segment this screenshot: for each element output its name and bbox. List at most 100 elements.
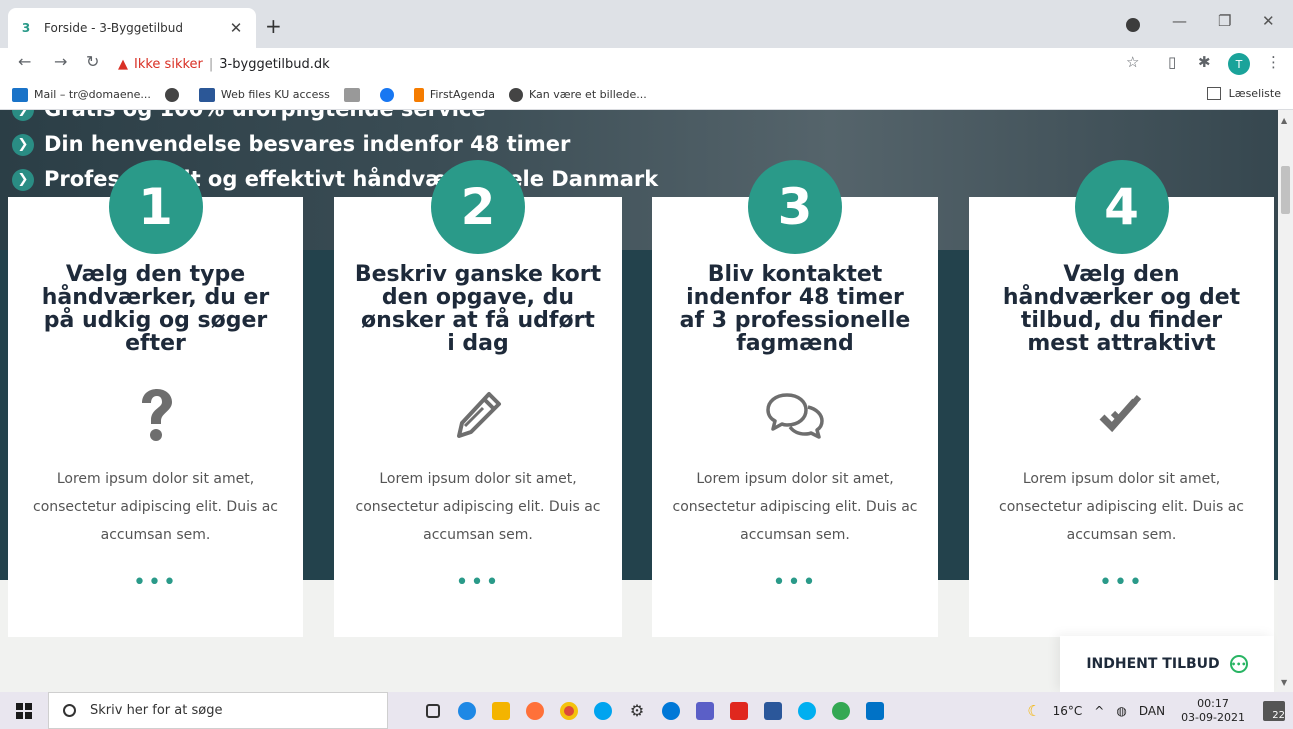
- bookmark-facebook[interactable]: [379, 87, 400, 102]
- crest-icon: [343, 87, 360, 102]
- scroll-down-icon[interactable]: ▼: [1281, 678, 1287, 687]
- clock[interactable]: 00:17 03-09-2021: [1181, 697, 1245, 725]
- tray-chevron-up-icon[interactable]: ^: [1094, 704, 1104, 718]
- bookmark-billede[interactable]: Kan være et billede...: [508, 87, 647, 102]
- minimize-button[interactable]: —: [1172, 12, 1187, 30]
- hero-bullet: ❯Gratis og 100% uforpligtende service: [12, 110, 658, 127]
- outlook-taskbar-icon[interactable]: [858, 692, 892, 729]
- step-title: Vælg den type håndværker, du er på udkig…: [41, 262, 270, 356]
- double-check-icon: [1092, 385, 1152, 445]
- reload-button[interactable]: ↻: [86, 52, 99, 71]
- pencil-icon: [448, 385, 508, 445]
- acrobat-icon[interactable]: [722, 692, 756, 729]
- task-view-icon[interactable]: [416, 692, 450, 729]
- chat-bubbles-icon: [765, 385, 825, 445]
- close-window-button[interactable]: ✕: [1262, 12, 1275, 30]
- get-quote-button[interactable]: INDHENT TILBUD •••: [1060, 636, 1274, 692]
- question-icon: [126, 385, 186, 445]
- step-card-1: 1 Vælg den type håndværker, du er på udk…: [8, 160, 303, 637]
- word-icon[interactable]: [756, 692, 790, 729]
- back-button[interactable]: ←: [18, 52, 31, 71]
- warning-icon: ▲: [118, 56, 128, 72]
- weather-moon-icon[interactable]: ☾: [1027, 702, 1040, 720]
- step-title: Beskriv ganske kort den opgave, du ønske…: [354, 262, 602, 356]
- hero-bullet: ❯ Din henvendelse besvares indenfor 48 ti…: [12, 127, 658, 162]
- extensions-puzzle-icon[interactable]: ✱: [1198, 53, 1211, 71]
- notification-center-icon[interactable]: 22: [1263, 700, 1285, 721]
- firstagenda-icon: [413, 87, 424, 102]
- bookmark-star-icon[interactable]: ☆: [1126, 53, 1139, 71]
- site-favicon: 3: [21, 21, 31, 35]
- internet-explorer-icon[interactable]: [450, 692, 484, 729]
- search-icon: [63, 704, 76, 717]
- chevron-right-icon: ❯: [12, 110, 34, 121]
- profile-indicator-icon[interactable]: [1126, 18, 1140, 32]
- tab-close-icon[interactable]: ✕: [226, 19, 246, 37]
- ku-icon: [198, 87, 215, 102]
- taskbar-search[interactable]: Skriv her for at søge: [48, 692, 388, 729]
- taskbar-apps: ⚙: [416, 692, 892, 729]
- chrome-profile-icon[interactable]: [824, 692, 858, 729]
- globe-icon: [508, 87, 523, 102]
- start-button[interactable]: [0, 692, 48, 729]
- outlook-icon: [12, 87, 28, 102]
- clock-time: 00:17: [1197, 696, 1229, 710]
- firefox-icon[interactable]: [518, 692, 552, 729]
- file-explorer-icon[interactable]: [484, 692, 518, 729]
- teams-icon[interactable]: [688, 692, 722, 729]
- bookmark-mail[interactable]: Mail – tr@domaene...: [12, 87, 151, 102]
- hero-bullets: ❯Gratis og 100% uforpligtende service ❯D…: [12, 110, 658, 197]
- language-indicator[interactable]: DAN: [1139, 704, 1165, 718]
- weather-temperature[interactable]: 16°C: [1053, 704, 1083, 718]
- step-title: Vælg den håndværker og det tilbud, du fi…: [1002, 262, 1241, 356]
- step-description: Lorem ipsum dolor sit amet, consectetur …: [999, 471, 1244, 543]
- step-number-badge: 3: [748, 160, 842, 254]
- more-dots-icon[interactable]: •••: [1099, 572, 1144, 594]
- network-icon[interactable]: ◍: [1116, 704, 1126, 718]
- clock-date: 03-09-2021: [1181, 710, 1245, 724]
- tab-title: Forside - 3-Byggetilbud: [44, 21, 183, 35]
- step-description: Lorem ipsum dolor sit amet, consectetur …: [672, 471, 918, 543]
- chevron-right-icon: ❯: [12, 168, 34, 191]
- scroll-up-icon[interactable]: ▲: [1281, 116, 1287, 125]
- chat-icon: •••: [1229, 655, 1248, 673]
- step-number-badge: 4: [1074, 160, 1169, 254]
- forward-button[interactable]: →: [54, 52, 67, 71]
- tab-forside[interactable]: 3 Forside - 3-Byggetilbud ✕: [8, 8, 256, 48]
- bookmark-crest[interactable]: [343, 87, 366, 102]
- avatar[interactable]: T: [1228, 53, 1250, 75]
- reading-list-icon: [1206, 87, 1221, 100]
- bookmarks-bar: Mail – tr@domaene... Web files KU access…: [0, 80, 1293, 110]
- step-card-3: 3 Bliv kontaktet indenfor 48 timer af 3 …: [652, 160, 938, 637]
- settings-gear-icon[interactable]: ⚙: [620, 692, 654, 729]
- skype-business-icon[interactable]: [586, 692, 620, 729]
- system-tray: ☾ 16°C ^ ◍ DAN 00:17 03-09-2021 22: [1021, 692, 1293, 729]
- page-viewport: ❯Gratis og 100% uforpligtende service ❯D…: [0, 110, 1278, 692]
- menu-kebab-icon[interactable]: ⋮: [1266, 53, 1281, 71]
- restore-button[interactable]: ❐: [1218, 12, 1231, 30]
- skype-icon[interactable]: [654, 692, 688, 729]
- scrollbar-thumb[interactable]: [1281, 166, 1290, 214]
- address-bar[interactable]: ▲ Ikke sikker | 3-byggetilbud.dk: [118, 51, 1158, 77]
- hero-bullet: ❯ Professionelt og effektivt håndværk i h…: [12, 162, 658, 197]
- windows-taskbar: Skriv her for at søge ⚙ ☾ 16°C ^ ◍ DAN 0…: [0, 692, 1293, 729]
- step-number-badge: 2: [431, 160, 525, 254]
- more-dots-icon[interactable]: •••: [773, 572, 818, 594]
- bookmark-firstagenda[interactable]: FirstAgenda: [413, 87, 495, 102]
- skype-2-icon[interactable]: [790, 692, 824, 729]
- windows-logo-icon: [16, 702, 32, 719]
- step-number-badge: 1: [108, 160, 203, 254]
- more-dots-icon[interactable]: •••: [133, 572, 178, 594]
- bookmark-globe-1[interactable]: [164, 87, 185, 102]
- reading-list-button[interactable]: Læseliste: [1206, 87, 1281, 100]
- page-scrollbar[interactable]: ▲ ▼: [1278, 110, 1293, 692]
- chevron-right-icon: ❯: [12, 133, 34, 156]
- extension-doc-icon[interactable]: ▯: [1168, 53, 1176, 71]
- bookmark-web-files[interactable]: Web files KU access: [198, 87, 330, 102]
- chrome-icon[interactable]: [552, 692, 586, 729]
- more-dots-icon[interactable]: •••: [456, 572, 501, 594]
- step-description: Lorem ipsum dolor sit amet, consectetur …: [355, 471, 601, 543]
- tab-bar: 3 Forside - 3-Byggetilbud ✕ + — ❐ ✕: [0, 0, 1293, 48]
- new-tab-button[interactable]: +: [265, 14, 282, 38]
- browser-toolbar: ← → ↻ ▲ Ikke sikker | 3-byggetilbud.dk ☆…: [0, 48, 1293, 80]
